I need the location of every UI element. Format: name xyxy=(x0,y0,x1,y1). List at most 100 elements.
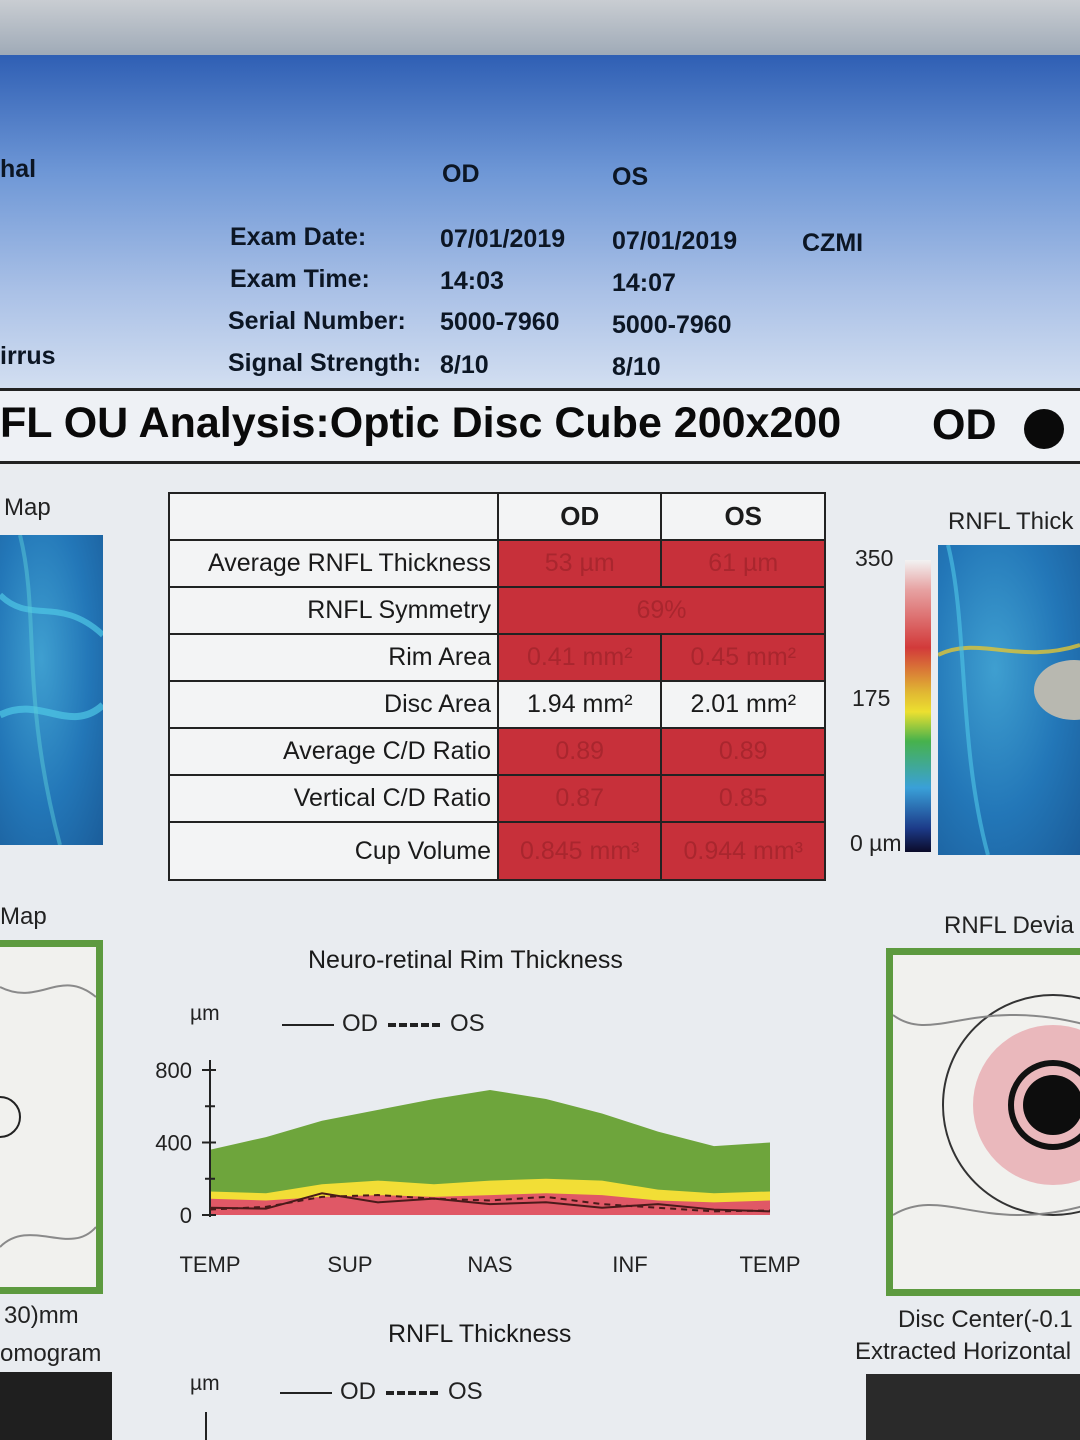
avg-rnfl-od: 53 µm xyxy=(496,539,663,588)
row-label-avg-rnfl: Average RNFL Thickness xyxy=(168,539,499,588)
scale-label-bottom: 0 µm xyxy=(850,830,902,856)
header-col-od: OD xyxy=(442,160,480,188)
y-tick-label: 0 xyxy=(180,1203,192,1228)
table-col-od: OD xyxy=(496,492,663,541)
avg-rnfl-os: 61 µm xyxy=(660,539,826,588)
row-label-vertical-cd-ratio: Vertical C/D Ratio xyxy=(168,774,499,823)
rim-chart-title: Neuro-retinal Rim Thickness xyxy=(308,946,623,974)
scale-label-top: 350 xyxy=(855,545,894,571)
row-label-rim-area: Rim Area xyxy=(168,633,499,682)
scale-label-mid: 175 xyxy=(852,685,891,711)
rnfl-legend-od-label: OD xyxy=(340,1378,376,1405)
legend-os-swatch xyxy=(388,1022,440,1027)
rnfl-legend-od-swatch xyxy=(280,1391,332,1394)
signal-strength-od: 8/10 xyxy=(440,351,489,379)
report-header: hal irrus OD OS Exam Date: 07/01/2019 07… xyxy=(0,55,1080,390)
row-label-avg-cd-ratio: Average C/D Ratio xyxy=(168,727,499,776)
thickness-color-scale xyxy=(905,560,931,852)
rnfl-chart-y-axis xyxy=(205,1412,207,1440)
table-row: Average RNFL Thickness 53 µm 61 µm xyxy=(168,539,826,588)
table-row: Cup Volume 0.845 mm³ 0.944 mm³ xyxy=(168,821,826,881)
row-label-rnfl-symmetry: RNFL Symmetry xyxy=(168,586,499,635)
right-footer-line-1: Disc Center(-0.1 xyxy=(898,1306,1073,1333)
right-thickness-map-label: RNFL Thick xyxy=(948,508,1074,535)
serial-number-od: 5000-7960 xyxy=(440,308,560,336)
serial-number-os: 5000-7960 xyxy=(612,311,732,339)
right-deviation-map-label: RNFL Devia xyxy=(944,912,1074,939)
rnfl-legend-os-label: OS xyxy=(448,1378,483,1405)
table-header-row: OD OS xyxy=(168,492,826,541)
signal-strength-label: Signal Strength: xyxy=(228,349,422,377)
patient-name-fragment: hal xyxy=(0,155,37,183)
top-bezel xyxy=(0,0,1080,62)
exam-time-os: 14:07 xyxy=(612,269,676,297)
rim-chart-legend: OD OS xyxy=(282,1010,485,1038)
left-deviation-vessels xyxy=(0,984,97,1248)
analysis-title-bar: FL OU Analysis:Optic Disc Cube 200x200 O… xyxy=(0,388,1080,464)
analysis-title: FL OU Analysis:Optic Disc Cube 200x200 xyxy=(0,399,842,447)
device-name-fragment: irrus xyxy=(0,342,56,370)
rim-thickness-chart: 0 400 800 TEMP SUP NAS INF TEMP xyxy=(155,1058,800,1277)
legend-os-label: OS xyxy=(450,1010,485,1037)
x-tick-label: TEMP xyxy=(739,1252,800,1277)
row-label-cup-volume: Cup Volume xyxy=(168,821,499,881)
left-thickness-map xyxy=(0,534,106,846)
exam-date-od: 07/01/2019 xyxy=(440,225,566,253)
disc-area-os: 2.01 mm² xyxy=(660,680,826,729)
left-deviation-map-label: Map xyxy=(0,903,47,930)
rnfl-symmetry-value: 69% xyxy=(497,586,826,635)
legend-od-label: OD xyxy=(342,1010,378,1037)
rim-chart-unit: µm xyxy=(190,1002,220,1025)
rnfl-chart-title: RNFL Thickness xyxy=(388,1320,572,1348)
x-tick-label: NAS xyxy=(467,1252,512,1277)
left-thickness-map-label: Map xyxy=(4,494,51,521)
y-tick-label: 400 xyxy=(155,1131,192,1156)
right-footer-line-2: Extracted Horizontal xyxy=(855,1338,1072,1365)
vertical-cd-ratio-os: 0.85 xyxy=(660,774,826,823)
left-map-vessels xyxy=(0,534,106,846)
right-deviation-map xyxy=(886,948,1080,1296)
table-corner-cell xyxy=(168,492,499,541)
table-row: Rim Area 0.41 mm² 0.45 mm² xyxy=(168,633,826,682)
rim-area-od: 0.41 mm² xyxy=(496,633,663,682)
y-tick-label: 800 xyxy=(155,1058,192,1083)
exam-time-label: Exam Time: xyxy=(230,265,370,293)
rnfl-legend-os-swatch xyxy=(386,1390,438,1395)
avg-cd-ratio-os: 0.89 xyxy=(660,727,826,776)
x-tick-label: TEMP xyxy=(179,1252,240,1277)
table-row: RNFL Symmetry 69% xyxy=(168,586,826,635)
row-label-disc-area: Disc Area xyxy=(168,680,499,729)
eye-indicator-label: OD xyxy=(932,401,997,449)
exam-date-label: Exam Date: xyxy=(230,223,367,251)
x-tick-label: SUP xyxy=(327,1252,372,1277)
rim-area-os: 0.45 mm² xyxy=(660,633,826,682)
header-col-os: OS xyxy=(612,163,649,191)
right-deviation-disc xyxy=(892,994,1080,1216)
disc-area-od: 1.94 mm² xyxy=(496,680,663,729)
serial-number-label: Serial Number: xyxy=(228,307,406,335)
cup-volume-od: 0.845 mm³ xyxy=(496,821,663,881)
signal-strength-os: 8/10 xyxy=(612,353,661,381)
rnfl-chart-legend: OD OS xyxy=(280,1378,483,1406)
table-col-os: OS xyxy=(660,492,826,541)
operator-id: CZMI xyxy=(802,229,864,257)
eye-indicator-dot-icon xyxy=(1024,409,1064,449)
avg-cd-ratio-od: 0.89 xyxy=(496,727,663,776)
right-lower-image xyxy=(866,1374,1080,1440)
exam-time-od: 14:03 xyxy=(440,267,504,295)
legend-od-swatch xyxy=(282,1023,334,1026)
left-footer-line-2: omogram xyxy=(0,1340,102,1367)
cup-volume-os: 0.944 mm³ xyxy=(660,821,826,881)
vertical-cd-ratio-od: 0.87 xyxy=(496,774,663,823)
table-row: Vertical C/D Ratio 0.87 0.85 xyxy=(168,774,826,823)
rnfl-chart-unit: µm xyxy=(190,1372,220,1395)
left-footer-line-1: 30)mm xyxy=(4,1302,79,1329)
left-lower-image xyxy=(0,1372,112,1440)
left-deviation-map xyxy=(0,940,103,1294)
x-tick-label: INF xyxy=(612,1252,647,1277)
table-row: Average C/D Ratio 0.89 0.89 xyxy=(168,727,826,776)
right-map-optic-disc xyxy=(937,544,1080,856)
rnfl-metrics-table: OD OS Average RNFL Thickness 53 µm 61 µm… xyxy=(168,492,826,881)
table-row: Disc Area 1.94 mm² 2.01 mm² xyxy=(168,680,826,729)
right-thickness-map xyxy=(937,544,1080,856)
